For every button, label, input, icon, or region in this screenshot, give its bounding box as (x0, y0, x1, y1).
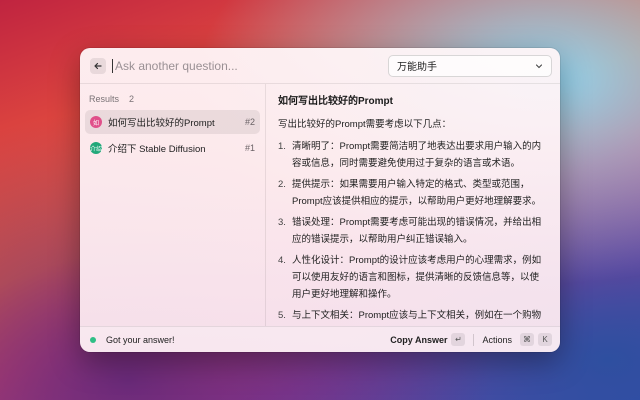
k-key-hint: K (538, 333, 552, 346)
assistant-select[interactable]: 万能助手 (388, 54, 552, 77)
result-item-label: 如何写出比较好的Prompt (108, 118, 215, 129)
enter-key-hint: ↵ (451, 333, 466, 346)
result-item[interactable]: 如 如何写出比较好的Prompt #2 (85, 110, 260, 134)
footer-bar: Got your answer! Copy Answer ↵ Actions ⌘… (80, 326, 560, 352)
status-indicator (90, 336, 96, 343)
list-text: 提供提示：如果需要用户输入特定的格式、类型或范围，Prompt应该提供相应的提示… (292, 179, 542, 207)
list-number: 4. (278, 255, 286, 266)
results-count: 2 (129, 94, 135, 104)
answer-list-item: 2. 提供提示：如果需要用户输入特定的格式、类型或范围，Prompt应该提供相应… (278, 176, 548, 210)
results-sidebar: Results 2 如 如何写出比较好的Prompt #2 介绍 介绍下 Sta… (80, 84, 266, 326)
list-number: 1. (278, 141, 286, 152)
answer-intro: 写出比较好的Prompt需要考虑以下几点： (278, 119, 452, 130)
search-input[interactable] (115, 55, 388, 76)
answer-list-item: 5. 与上下文相关：Prompt应该与上下文相关，例如在一个购物网站中，Prom… (278, 307, 548, 326)
footer-divider (473, 333, 475, 346)
results-header: Results 2 (85, 90, 260, 110)
assistant-select-value: 万能助手 (397, 62, 437, 73)
command-key-hint: ⌘ (520, 333, 534, 346)
raycast-panel: 万能助手 Results 2 如 如何写出比较好的Prompt #2 介绍 介绍… (80, 48, 560, 352)
arrow-left-icon (94, 62, 102, 69)
list-text: 错误处理：Prompt需要考虑可能出现的错误情况，并给出相应的错误提示，以帮助用… (292, 217, 542, 245)
header: 万能助手 (80, 48, 560, 84)
result-item-shortcut: #1 (244, 143, 255, 153)
list-number: 5. (278, 310, 286, 321)
result-avatar-icon: 如 (90, 116, 102, 128)
text-caret (112, 58, 113, 73)
chevron-down-icon (535, 63, 543, 68)
answer-list-item: 4. 人性化设计：Prompt的设计应该考虑用户的心理需求，例如可以使用友好的语… (278, 252, 548, 303)
result-avatar-icon: 介绍 (90, 142, 102, 154)
answer-list-item: 3. 错误处理：Prompt需要考虑可能出现的错误情况，并给出相应的错误提示，以… (278, 214, 548, 248)
status-text: Got your answer! (106, 334, 175, 345)
main-body: Results 2 如 如何写出比较好的Prompt #2 介绍 介绍下 Sta… (80, 84, 560, 326)
answer-list-item: 1. 清晰明了：Prompt需要简洁明了地表达出要求用户输入的内容或信息，同时需… (278, 138, 548, 172)
answer-title: 如何写出比较好的Prompt (278, 96, 393, 107)
list-text: 与上下文相关：Prompt应该与上下文相关，例如在一个购物网站中，Prompt需… (292, 310, 542, 321)
list-number: 2. (278, 179, 286, 190)
list-text: 人性化设计：Prompt的设计应该考虑用户的心理需求，例如可以使用友好的语言和图… (292, 255, 542, 300)
list-text: 清晰明了：Prompt需要简洁明了地表达出要求用户输入的内容或信息，同时需要避免… (292, 141, 542, 169)
results-title: Results (89, 94, 120, 104)
result-item[interactable]: 介绍 介绍下 Stable Diffusion #1 (85, 136, 260, 160)
actions-button[interactable]: Actions (482, 335, 512, 345)
list-number: 3. (278, 217, 286, 228)
answer-content: 如何写出比较好的Prompt 写出比较好的Prompt需要考虑以下几点： 1. … (266, 84, 560, 326)
result-item-label: 介绍下 Stable Diffusion (108, 144, 206, 155)
back-button[interactable] (90, 57, 106, 74)
result-item-shortcut: #2 (244, 117, 255, 127)
copy-answer-button[interactable]: Copy Answer (390, 335, 447, 345)
